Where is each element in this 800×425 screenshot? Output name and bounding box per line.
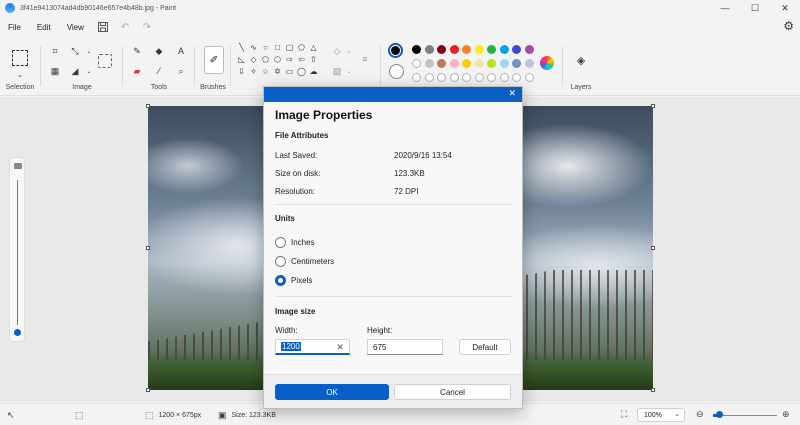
dialog-footer: OK Cancel <box>264 374 522 408</box>
radio-pixels-control[interactable] <box>275 275 286 286</box>
resolution-label: Resolution: <box>275 187 316 196</box>
width-input-value: 1200 <box>281 342 301 351</box>
last-saved-label: Last Saved: <box>275 151 318 160</box>
radio-inches-label: Inches <box>291 238 315 247</box>
width-label: Width: <box>275 326 298 335</box>
ok-button[interactable]: OK <box>275 384 389 400</box>
default-button[interactable]: Default <box>459 339 511 355</box>
radio-pixels[interactable]: Pixels <box>275 275 312 286</box>
radio-centimeters[interactable]: Centimeters <box>275 256 334 267</box>
cancel-button[interactable]: Cancel <box>394 384 511 400</box>
size-on-disk-value: 123.3KB <box>394 169 425 178</box>
dialog-header: ✕ <box>264 87 522 102</box>
file-attributes-heading: File Attributes <box>275 131 329 140</box>
clear-icon[interactable]: ✕ <box>336 342 344 353</box>
resolution-value: 72 DPI <box>394 187 419 196</box>
section-divider <box>275 204 512 205</box>
units-heading: Units <box>275 214 295 223</box>
height-input-value: 675 <box>373 342 387 352</box>
image-size-heading: Image size <box>275 307 316 316</box>
radio-inches-control[interactable] <box>275 237 286 248</box>
last-saved-value: 2020/9/16 13:54 <box>394 151 452 160</box>
height-input[interactable]: 675 <box>367 339 443 355</box>
close-icon[interactable]: ✕ <box>508 88 516 99</box>
image-properties-dialog: ✕ Image Properties File Attributes Last … <box>263 86 523 409</box>
modal-layer: ✕ Image Properties File Attributes Last … <box>0 0 800 425</box>
dialog-title: Image Properties <box>275 108 373 122</box>
section-divider <box>275 296 512 297</box>
radio-centimeters-control[interactable] <box>275 256 286 267</box>
width-input[interactable]: 1200 ✕ <box>275 339 350 355</box>
radio-inches[interactable]: Inches <box>275 237 315 248</box>
radio-pixels-label: Pixels <box>291 276 313 285</box>
height-label: Height: <box>367 326 393 335</box>
size-on-disk-label: Size on disk: <box>275 169 321 178</box>
radio-centimeters-label: Centimeters <box>291 257 335 266</box>
